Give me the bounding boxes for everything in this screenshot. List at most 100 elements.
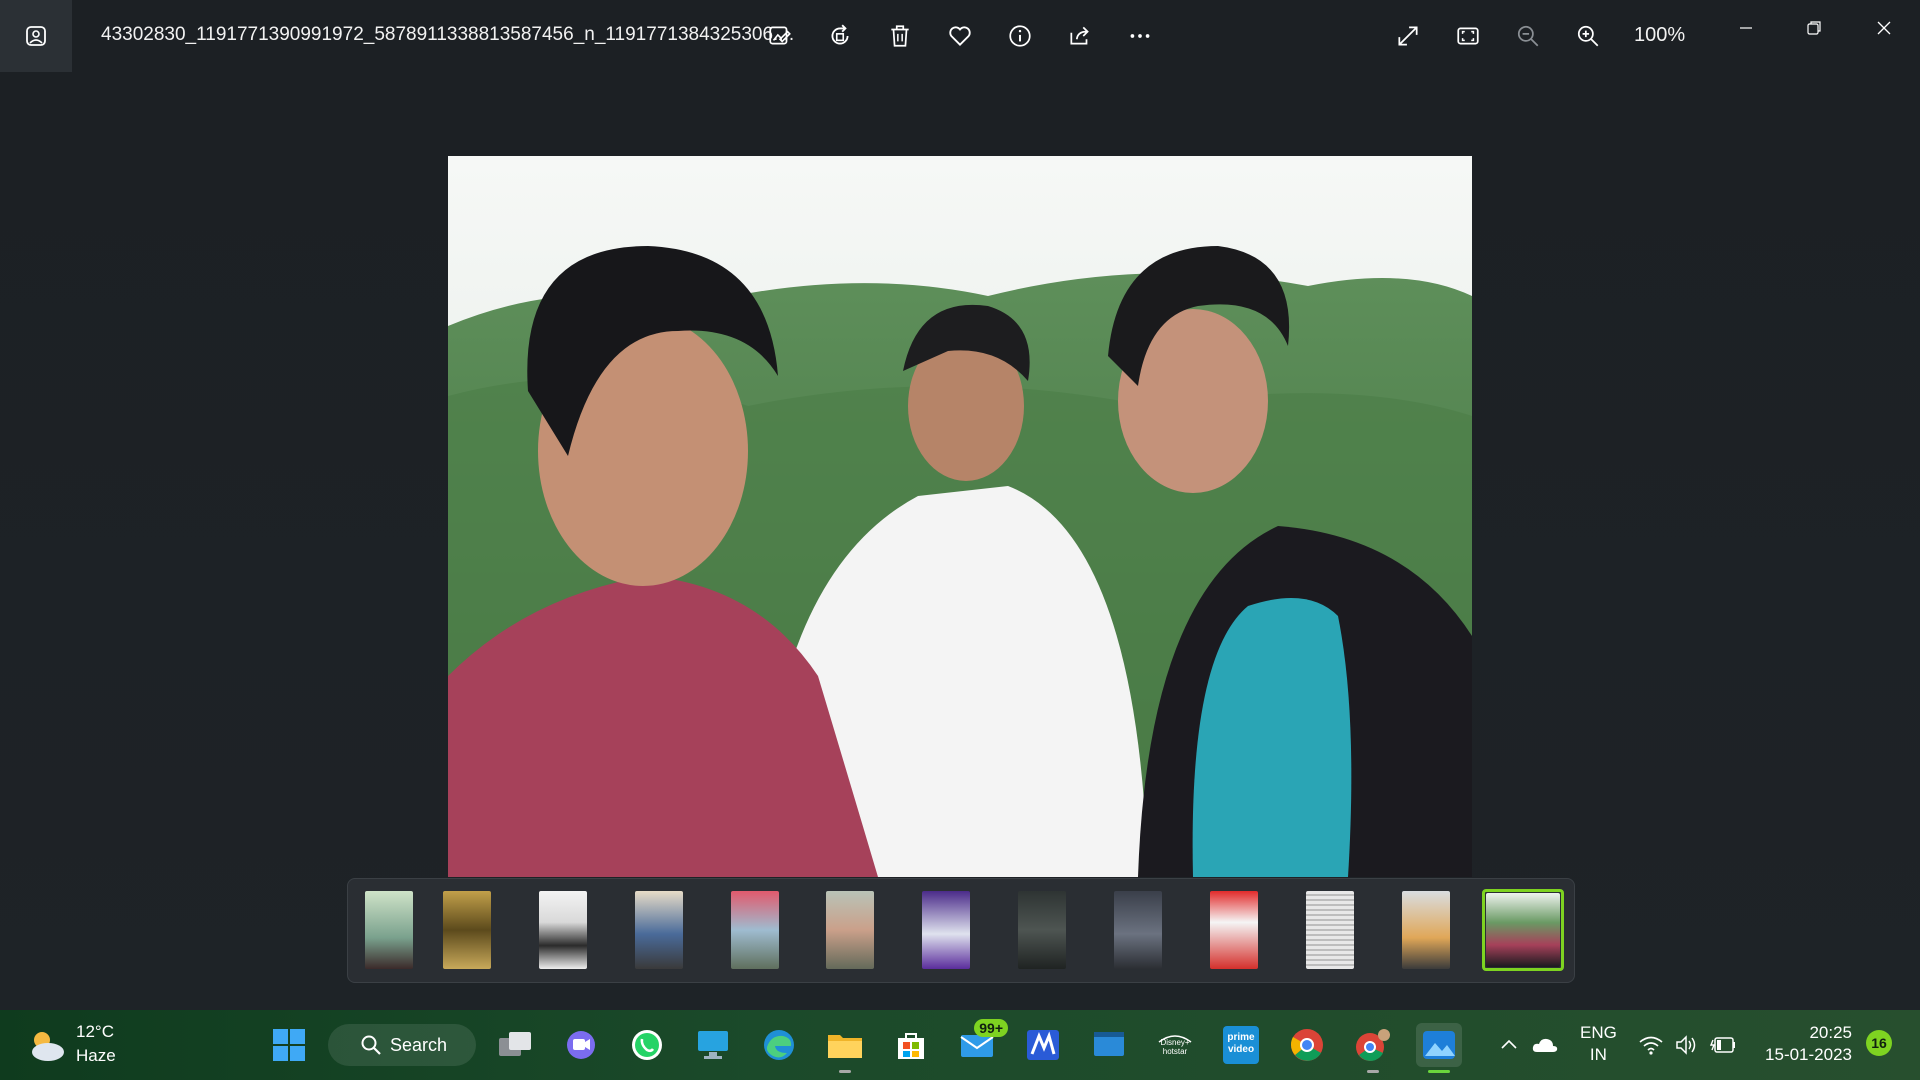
prime-video-button[interactable]: prime video (1218, 1023, 1264, 1067)
folder-icon (828, 1035, 862, 1058)
teams-chat-button[interactable] (558, 1023, 604, 1067)
filmstrip-thumbnail[interactable] (1385, 889, 1467, 971)
file-explorer-button[interactable] (822, 1023, 868, 1073)
wifi-icon (1639, 1036, 1663, 1055)
photos-app-icon[interactable] (0, 0, 72, 72)
language-code: ENG (1580, 1023, 1617, 1042)
chrome-profile-button[interactable] (1350, 1023, 1396, 1073)
fullscreen-button[interactable] (1388, 16, 1428, 56)
hotstar-label: Disney+ hotstar (1160, 1038, 1190, 1056)
filmstrip-thumbnail[interactable] (905, 889, 987, 971)
filmstrip-thumbnail-selected[interactable] (1482, 889, 1564, 971)
file-name: 43302830_1191771390991972_58789113388135… (101, 24, 795, 45)
search-label: Search (390, 1034, 448, 1055)
windows-logo-icon (273, 1029, 305, 1061)
app-m-button[interactable] (1020, 1023, 1066, 1067)
zoom-out-icon (1517, 25, 1539, 47)
zoom-in-button[interactable] (1568, 16, 1608, 56)
fullscreen-icon (1398, 26, 1418, 46)
prime-video-label: prime video (1227, 1032, 1255, 1055)
more-button[interactable] (1120, 16, 1160, 56)
fit-to-window-button[interactable] (1448, 16, 1488, 56)
chat-icon (567, 1031, 595, 1059)
zoom-out-button[interactable] (1508, 16, 1548, 56)
minimize-icon (1740, 27, 1752, 29)
taskbar-search[interactable]: Search (328, 1024, 476, 1066)
group-selfie-image (448, 156, 1472, 877)
close-button[interactable] (1854, 8, 1914, 48)
hotstar-button[interactable]: Disney+ hotstar (1152, 1023, 1198, 1067)
battery-button[interactable] (1700, 1023, 1746, 1067)
fit-icon (1457, 27, 1479, 45)
favorite-button[interactable] (940, 16, 980, 56)
notification-count-badge[interactable]: 16 (1866, 1030, 1892, 1056)
task-view-icon (499, 1032, 531, 1056)
whatsapp-icon (632, 1030, 662, 1060)
info-button[interactable] (1000, 16, 1040, 56)
running-indicator (1367, 1070, 1379, 1073)
weather-widget[interactable] (26, 1028, 66, 1069)
microsoft-store-button[interactable] (888, 1023, 934, 1067)
filmstrip-thumbnail[interactable] (809, 889, 891, 971)
rotate-button[interactable] (820, 16, 860, 56)
time: 20:25 (1809, 1023, 1852, 1042)
whatsapp-button[interactable] (624, 1023, 670, 1067)
language-indicator[interactable]: ENG IN (1580, 1022, 1617, 1066)
filmstrip-thumbnail[interactable] (1289, 889, 1371, 971)
filmstrip-thumbnail[interactable] (426, 889, 508, 971)
delete-button[interactable] (880, 16, 920, 56)
chrome-icon (1290, 1029, 1323, 1061)
filmstrip-thumbnail[interactable] (1001, 889, 1083, 971)
photos-button[interactable] (1416, 1023, 1462, 1073)
close-icon (1877, 21, 1891, 35)
mail-button[interactable]: 99+ (954, 1019, 1008, 1067)
start-button[interactable] (266, 1023, 312, 1067)
window-app-icon (1094, 1032, 1124, 1056)
task-view-button[interactable] (492, 1023, 538, 1067)
zoom-level[interactable]: 100% (1634, 24, 1685, 47)
active-app-indicator (1428, 1070, 1450, 1073)
taskbar: 12°C Haze Search 99+ Disney+ hotstar pri… (0, 1010, 1920, 1080)
restore-button[interactable] (1784, 8, 1844, 48)
date: 15-01-2023 (1765, 1045, 1852, 1064)
edge-icon (764, 1030, 794, 1060)
weather-condition: Haze (76, 1046, 116, 1065)
mail-unread-badge: 99+ (974, 1019, 1008, 1037)
weather-haze-icon (32, 1032, 64, 1061)
delete-icon (891, 25, 909, 47)
chrome-button[interactable] (1284, 1023, 1330, 1067)
edge-button[interactable] (756, 1023, 802, 1067)
restore-icon (1807, 21, 1821, 35)
remote-desktop-button[interactable] (690, 1023, 736, 1067)
filmstrip-thumbnail[interactable] (618, 889, 700, 971)
minimize-button[interactable] (1716, 8, 1776, 48)
onedrive-button[interactable] (1522, 1023, 1568, 1067)
chrome-profile-icon (1356, 1029, 1390, 1061)
running-indicator (839, 1070, 851, 1073)
zoom-in-icon (1577, 25, 1599, 47)
speaker-icon (1676, 1035, 1696, 1055)
filmstrip-thumbnail[interactable] (522, 889, 604, 971)
monitor-icon (698, 1031, 728, 1059)
edit-image-icon (769, 26, 791, 45)
filmstrip-thumbnail[interactable] (1193, 889, 1275, 971)
title-bar: 43302830_1191771390991972_58789113388135… (0, 0, 1920, 72)
battery-charging-icon (1709, 1037, 1735, 1053)
clock[interactable]: 20:25 15-01-2023 (1756, 1022, 1852, 1066)
info-icon (1009, 25, 1031, 47)
cloud-icon (1532, 1038, 1558, 1052)
photos-icon (1423, 1031, 1455, 1059)
blue-window-app-button[interactable] (1086, 1023, 1132, 1067)
share-icon (1070, 26, 1089, 45)
main-photo[interactable] (448, 156, 1472, 877)
rotate-icon (831, 24, 849, 45)
filmstrip-thumbnail[interactable] (714, 889, 796, 971)
region-code: IN (1589, 1045, 1607, 1064)
chevron-up-icon (1501, 1039, 1517, 1049)
favorite-icon (949, 26, 971, 46)
filmstrip-thumbnail[interactable] (348, 889, 430, 971)
filmstrip-thumbnail[interactable] (1097, 889, 1179, 971)
edit-image-button[interactable] (760, 16, 800, 56)
search-icon (361, 1035, 381, 1055)
share-button[interactable] (1060, 16, 1100, 56)
